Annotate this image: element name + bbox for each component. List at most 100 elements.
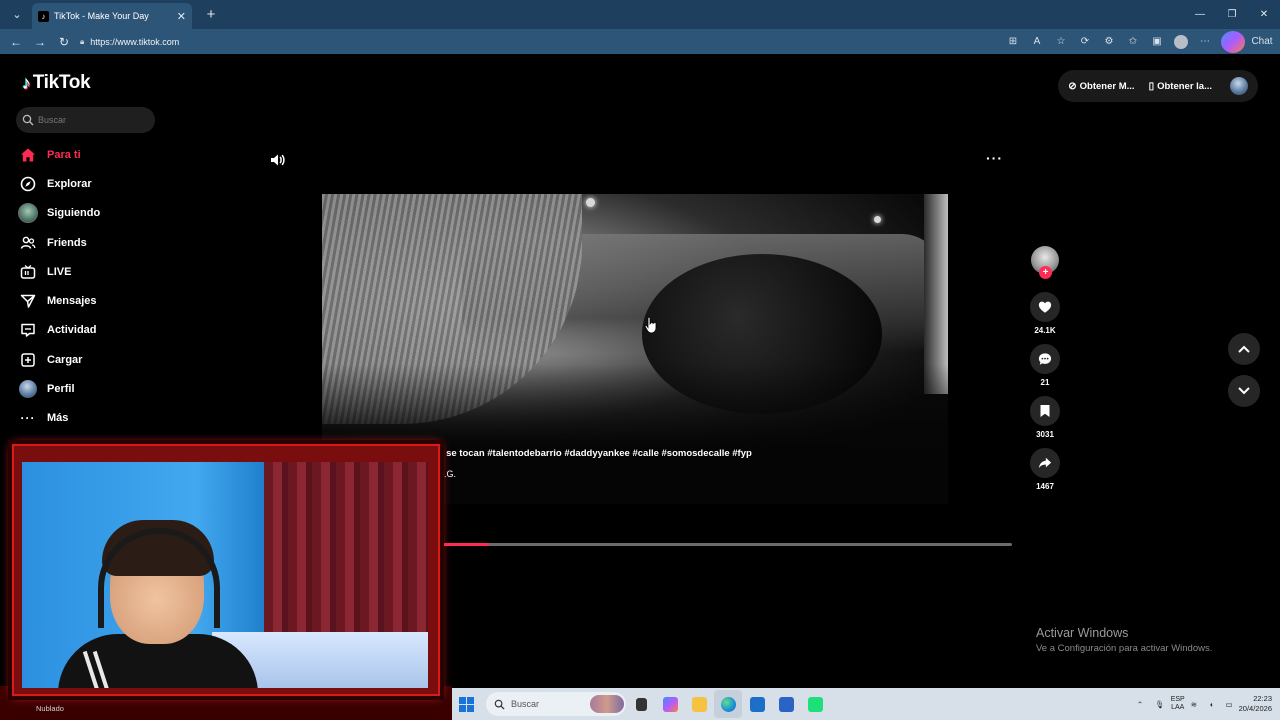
- streaming-app-icon[interactable]: [801, 690, 829, 718]
- user-avatar[interactable]: [1230, 77, 1248, 95]
- close-tab-icon[interactable]: ✕: [177, 10, 186, 23]
- next-video-button[interactable]: [1228, 375, 1260, 407]
- outlook-icon[interactable]: [743, 690, 771, 718]
- sidebar-item-siguiendo[interactable]: Siguiendo: [18, 199, 218, 228]
- search-input[interactable]: Buscar: [16, 107, 155, 133]
- sidebar-item-label: Actividad: [47, 324, 97, 337]
- activate-windows-watermark: Activar Windows Ve a Configuración para …: [1036, 626, 1212, 654]
- video-caption: s e no se tocan #talentodebarrio #daddyy…: [416, 448, 752, 459]
- task-view-glyph: [635, 697, 647, 711]
- lock-icon: 🔒︎: [80, 36, 85, 46]
- logo-text: TikTok: [32, 72, 91, 93]
- language-indicator[interactable]: ESP LAA: [1171, 696, 1185, 712]
- browser-toolbar: ⊞ A ☆ ⟳ ⚙ ✩ ▣ ⋯ Chat: [1001, 29, 1274, 54]
- back-icon[interactable]: ←: [4, 31, 28, 53]
- wifi-icon[interactable]: ≋: [1191, 700, 1197, 709]
- search-icon: [494, 699, 505, 710]
- start-button[interactable]: [454, 692, 478, 716]
- weather-widget[interactable]: Nublado: [36, 704, 64, 713]
- copilot-taskbar-icon[interactable]: [656, 690, 684, 718]
- sidebar-item-label: LIVE: [47, 265, 72, 278]
- browser-tab[interactable]: ♪ TikTok - Make Your Day ✕: [32, 3, 192, 29]
- sidebar-item-actividad[interactable]: Actividad: [18, 316, 218, 345]
- sidebar-item-label: Explorar: [47, 177, 92, 190]
- chevron-up-icon[interactable]: ⌃: [1137, 700, 1143, 709]
- share-action: 1467: [1030, 448, 1060, 494]
- app-available-icon[interactable]: ⊞: [1001, 31, 1025, 53]
- sidebar-item-cargar[interactable]: Cargar: [18, 345, 218, 374]
- lang-top: ESP: [1170, 695, 1185, 703]
- refresh-icon[interactable]: ↻: [52, 31, 76, 53]
- live-icon: [18, 262, 38, 282]
- tab-actions-icon[interactable]: ⌄: [4, 4, 30, 26]
- video-more-options-icon[interactable]: ···: [986, 150, 1003, 166]
- mouse-cursor-icon: [644, 316, 657, 334]
- microphone-icon[interactable]: 🎙︎: [1155, 700, 1165, 709]
- browser-profile-avatar[interactable]: [1174, 34, 1188, 49]
- edge-icon[interactable]: [714, 690, 742, 718]
- close-window-icon[interactable]: ✕: [1248, 0, 1280, 29]
- volume-tray-icon[interactable]: ◖: [1209, 700, 1214, 709]
- get-coins-button[interactable]: ⊘ Obtener M...: [1068, 81, 1134, 92]
- minimize-icon[interactable]: —: [1184, 0, 1216, 29]
- task-view-icon[interactable]: [627, 690, 655, 718]
- browser-tab-bar: ⌄ ♪ TikTok - Make Your Day ✕ + — ❐ ✕: [0, 0, 1280, 29]
- system-tray: ⌃ 🎙︎ ESP LAA ≋ ◖ ▭ 22:23 20/4/2026: [1131, 688, 1280, 720]
- sidebar-item-explorar[interactable]: Explorar: [18, 169, 218, 198]
- like-button[interactable]: [1030, 292, 1060, 322]
- collections-icon[interactable]: ▣: [1145, 31, 1169, 53]
- favorite-star-icon[interactable]: ☆: [1049, 31, 1073, 53]
- windows-taskbar: Buscar ⌃ 🎙︎ ESP LAA ≋ ◖ ▭ 22:23 20/4/202…: [452, 688, 1280, 720]
- translate-icon[interactable]: A: [1025, 31, 1049, 53]
- previous-video-button[interactable]: [1228, 333, 1260, 365]
- extensions-icon[interactable]: ⚙: [1097, 31, 1121, 53]
- comment-button[interactable]: [1030, 344, 1060, 374]
- sidebar-item-live[interactable]: LIVE: [18, 257, 218, 286]
- volume-icon[interactable]: [268, 151, 286, 169]
- file-explorer-icon[interactable]: [685, 690, 713, 718]
- compass-icon: [18, 174, 38, 194]
- sidebar-item-label: Cargar: [47, 353, 83, 366]
- sidebar-item-mensajes[interactable]: Mensajes: [18, 286, 218, 315]
- url-field[interactable]: 🔒︎ https://www.tiktok.com: [80, 32, 179, 52]
- like-action: 24.1K: [1030, 292, 1060, 338]
- share-arrow-icon: [1038, 457, 1052, 469]
- home-icon: [18, 145, 38, 165]
- video-frame-light: [586, 198, 595, 207]
- battery-icon[interactable]: ▭: [1226, 700, 1233, 709]
- clock[interactable]: 22:23 20/4/2026: [1239, 694, 1272, 714]
- follow-plus-icon[interactable]: +: [1039, 266, 1052, 279]
- activate-subtitle: Ve a Configuración para activar Windows.: [1036, 643, 1213, 654]
- video-progress-bar[interactable]: [424, 543, 1012, 546]
- sidebar-item-para-ti[interactable]: Para ti: [18, 140, 218, 169]
- creator-avatar[interactable]: +: [1031, 246, 1059, 279]
- phone-icon: ▯: [1148, 80, 1155, 92]
- forward-icon[interactable]: →: [28, 31, 52, 53]
- taskbar-search-placeholder: Buscar: [511, 699, 540, 709]
- settings-more-icon[interactable]: ⋯: [1193, 31, 1217, 53]
- profile-avatar: [18, 379, 38, 399]
- share-button[interactable]: [1030, 448, 1060, 478]
- address-bar: ← → ↻ 🔒︎ https://www.tiktok.com ⊞ A ☆ ⟳ …: [0, 29, 1280, 54]
- copilot-glyph: [662, 696, 678, 712]
- sidebar-item-mas[interactable]: ··· Más: [18, 404, 218, 433]
- copilot-chat-button[interactable]: Chat: [1217, 30, 1274, 53]
- save-button[interactable]: [1030, 396, 1060, 426]
- lang-bottom: LAA: [1171, 704, 1185, 711]
- sidebar-item-perfil[interactable]: Perfil: [18, 374, 218, 403]
- taskbar-search[interactable]: Buscar: [486, 692, 626, 716]
- clock-date: 20/4/2026: [1238, 704, 1272, 713]
- get-app-label: Obtener la...: [1157, 80, 1212, 92]
- streaming-glyph: [807, 696, 823, 712]
- store-icon[interactable]: [772, 690, 800, 718]
- sidebar-item-friends[interactable]: Friends: [18, 228, 218, 257]
- new-tab-icon[interactable]: +: [200, 4, 222, 26]
- tiktok-logo[interactable]: ♪ TikTok: [22, 72, 91, 94]
- get-coins-label: Obtener M...: [1079, 80, 1135, 92]
- favorites-icon[interactable]: ✩: [1121, 31, 1145, 53]
- get-app-button[interactable]: ▯ Obtener la...: [1149, 81, 1212, 92]
- like-count: 24.1K: [1034, 326, 1056, 335]
- extension-refresh-icon[interactable]: ⟳: [1073, 31, 1097, 53]
- restore-icon[interactable]: ❐: [1216, 0, 1248, 29]
- sidebar-item-label: Más: [47, 412, 69, 425]
